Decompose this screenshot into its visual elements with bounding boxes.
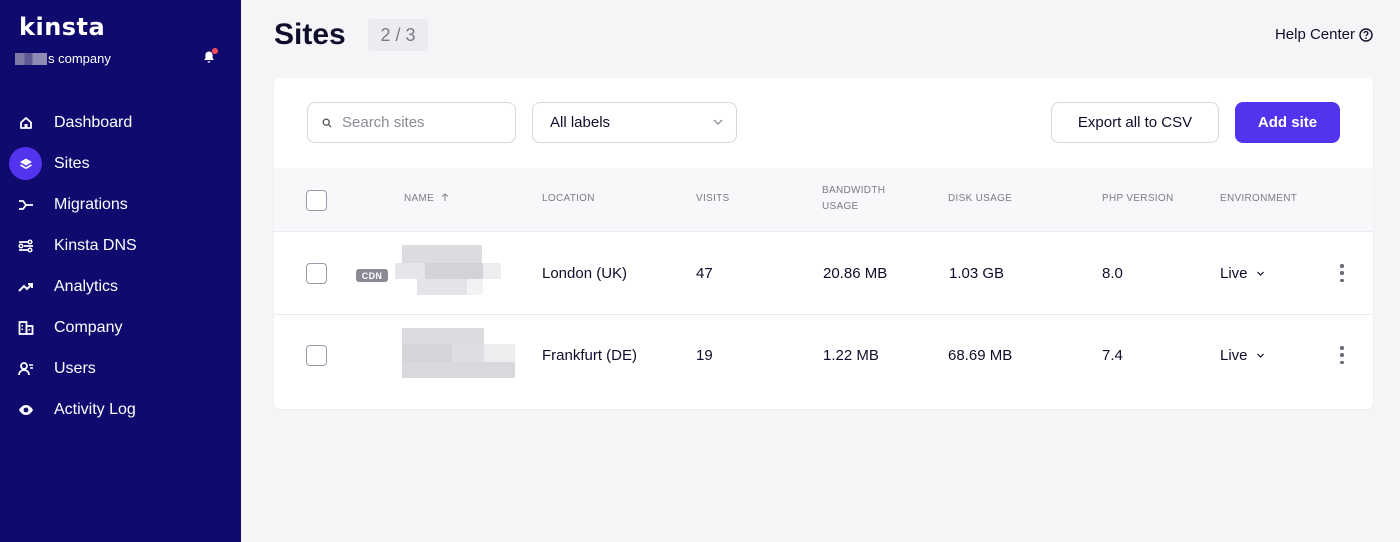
row-checkbox[interactable]	[306, 345, 327, 366]
site-location: Frankfurt (DE)	[542, 347, 638, 364]
dns-icon	[9, 229, 42, 262]
column-header-name-label: NAME	[404, 193, 435, 204]
more-actions-icon[interactable]	[1338, 346, 1346, 364]
select-all-checkbox[interactable]	[306, 190, 327, 211]
sidebar-item-label: Sites	[54, 154, 90, 172]
sidebar-item-company[interactable]: Company	[0, 307, 241, 348]
column-header-php-version: PHP VERSION	[1102, 193, 1174, 204]
notification-dot	[212, 48, 218, 54]
sidebar-item-label: Dashboard	[54, 113, 133, 131]
site-location: London (UK)	[542, 265, 628, 282]
sidebar-item-activity-log[interactable]: Activity Log	[0, 389, 241, 430]
search-input[interactable]	[342, 114, 502, 131]
search-box[interactable]	[307, 102, 516, 143]
redacted-company-name	[15, 52, 47, 65]
export-csv-button[interactable]: Export all to CSV	[1051, 102, 1219, 143]
site-bandwidth: 20.86 MB	[823, 265, 888, 282]
site-bandwidth: 1.22 MB	[823, 347, 879, 364]
chevron-down-icon	[713, 119, 723, 125]
layers-icon	[9, 147, 42, 180]
company-name: s company	[48, 51, 111, 66]
trend-icon	[9, 270, 42, 303]
redacted-site-name[interactable]	[395, 245, 505, 297]
sidebar-item-label: Users	[54, 359, 96, 377]
chevron-down-icon	[1256, 271, 1264, 276]
labels-filter-select[interactable]: All labels	[532, 102, 737, 143]
sidebar-item-migrations[interactable]: Migrations	[0, 184, 241, 225]
column-header-bandwidth-line1: BANDWIDTH	[822, 185, 886, 196]
home-icon	[9, 106, 42, 139]
column-header-visits: VISITS	[696, 193, 730, 204]
column-header-location: LOCATION	[542, 193, 595, 204]
site-php-version: 7.4	[1102, 347, 1123, 364]
sort-arrow-up-icon	[441, 193, 449, 201]
sidebar-item-label: Activity Log	[54, 400, 136, 418]
table-row[interactable]: CDN London (UK) 47 20.86 MB 1.03 GB 8.0 …	[274, 233, 1373, 315]
row-checkbox[interactable]	[306, 263, 327, 284]
sidebar-item-label: Company	[54, 318, 123, 336]
sidebar-item-analytics[interactable]: Analytics	[0, 266, 241, 307]
company-switcher[interactable]: s company	[15, 51, 111, 66]
site-disk-usage: 68.69 MB	[948, 347, 1013, 364]
environment-dropdown[interactable]: Live	[1220, 347, 1265, 364]
column-header-bandwidth: BANDWIDTH USAGE	[822, 183, 885, 215]
page-title: Sites	[274, 18, 346, 51]
sidebar-item-kinsta-dns[interactable]: Kinsta DNS	[0, 225, 241, 266]
sidebar-item-label: Migrations	[54, 195, 128, 213]
sidebar-item-users[interactable]: Users	[0, 348, 241, 389]
users-icon	[9, 352, 42, 385]
environment-value: Live	[1220, 265, 1248, 282]
sidebar-item-sites[interactable]: Sites	[0, 143, 241, 184]
sidebar: kinsta s company Dashboard Sites Migrati…	[0, 0, 241, 542]
sites-card: All labels Export all to CSV Add site NA…	[274, 78, 1373, 409]
sidebar-item-label: Kinsta DNS	[54, 236, 137, 254]
labels-filter-value: All labels	[550, 114, 611, 131]
migrate-icon	[9, 188, 42, 221]
sidebar-item-dashboard[interactable]: Dashboard	[0, 102, 241, 143]
building-icon	[9, 311, 42, 344]
kinsta-logo[interactable]: kinsta	[19, 13, 105, 41]
redacted-site-name[interactable]	[402, 328, 515, 378]
add-site-button[interactable]: Add site	[1235, 102, 1340, 143]
question-circle-icon	[1359, 27, 1373, 42]
site-visits: 47	[696, 265, 713, 282]
table-header: NAME LOCATION VISITS BANDWIDTH USAGE DIS…	[274, 168, 1373, 232]
cdn-badge: CDN	[356, 269, 388, 282]
help-center-label: Help Center	[1274, 26, 1355, 43]
search-icon	[322, 118, 332, 127]
column-header-bandwidth-line2: USAGE	[822, 201, 859, 212]
table-row[interactable]: Frankfurt (DE) 19 1.22 MB 68.69 MB 7.4 L…	[274, 315, 1373, 397]
chevron-down-icon	[1256, 353, 1264, 358]
site-disk-usage: 1.03 GB	[949, 265, 1005, 282]
more-actions-icon[interactable]	[1338, 264, 1346, 282]
site-count-badge: 2 / 3	[368, 19, 428, 51]
eye-icon	[9, 393, 42, 426]
environment-dropdown[interactable]: Live	[1220, 265, 1265, 282]
sidebar-nav: Dashboard Sites Migrations Kinsta DNS An…	[0, 102, 241, 430]
column-header-environment: ENVIRONMENT	[1220, 193, 1298, 204]
site-visits: 19	[696, 347, 713, 364]
site-php-version: 8.0	[1102, 265, 1123, 282]
sidebar-item-label: Analytics	[54, 277, 119, 295]
environment-value: Live	[1220, 347, 1248, 364]
help-center-link[interactable]: Help Center	[1275, 26, 1373, 43]
column-header-name[interactable]: NAME	[404, 191, 449, 207]
column-header-disk-usage: DISK USAGE	[948, 193, 1013, 204]
